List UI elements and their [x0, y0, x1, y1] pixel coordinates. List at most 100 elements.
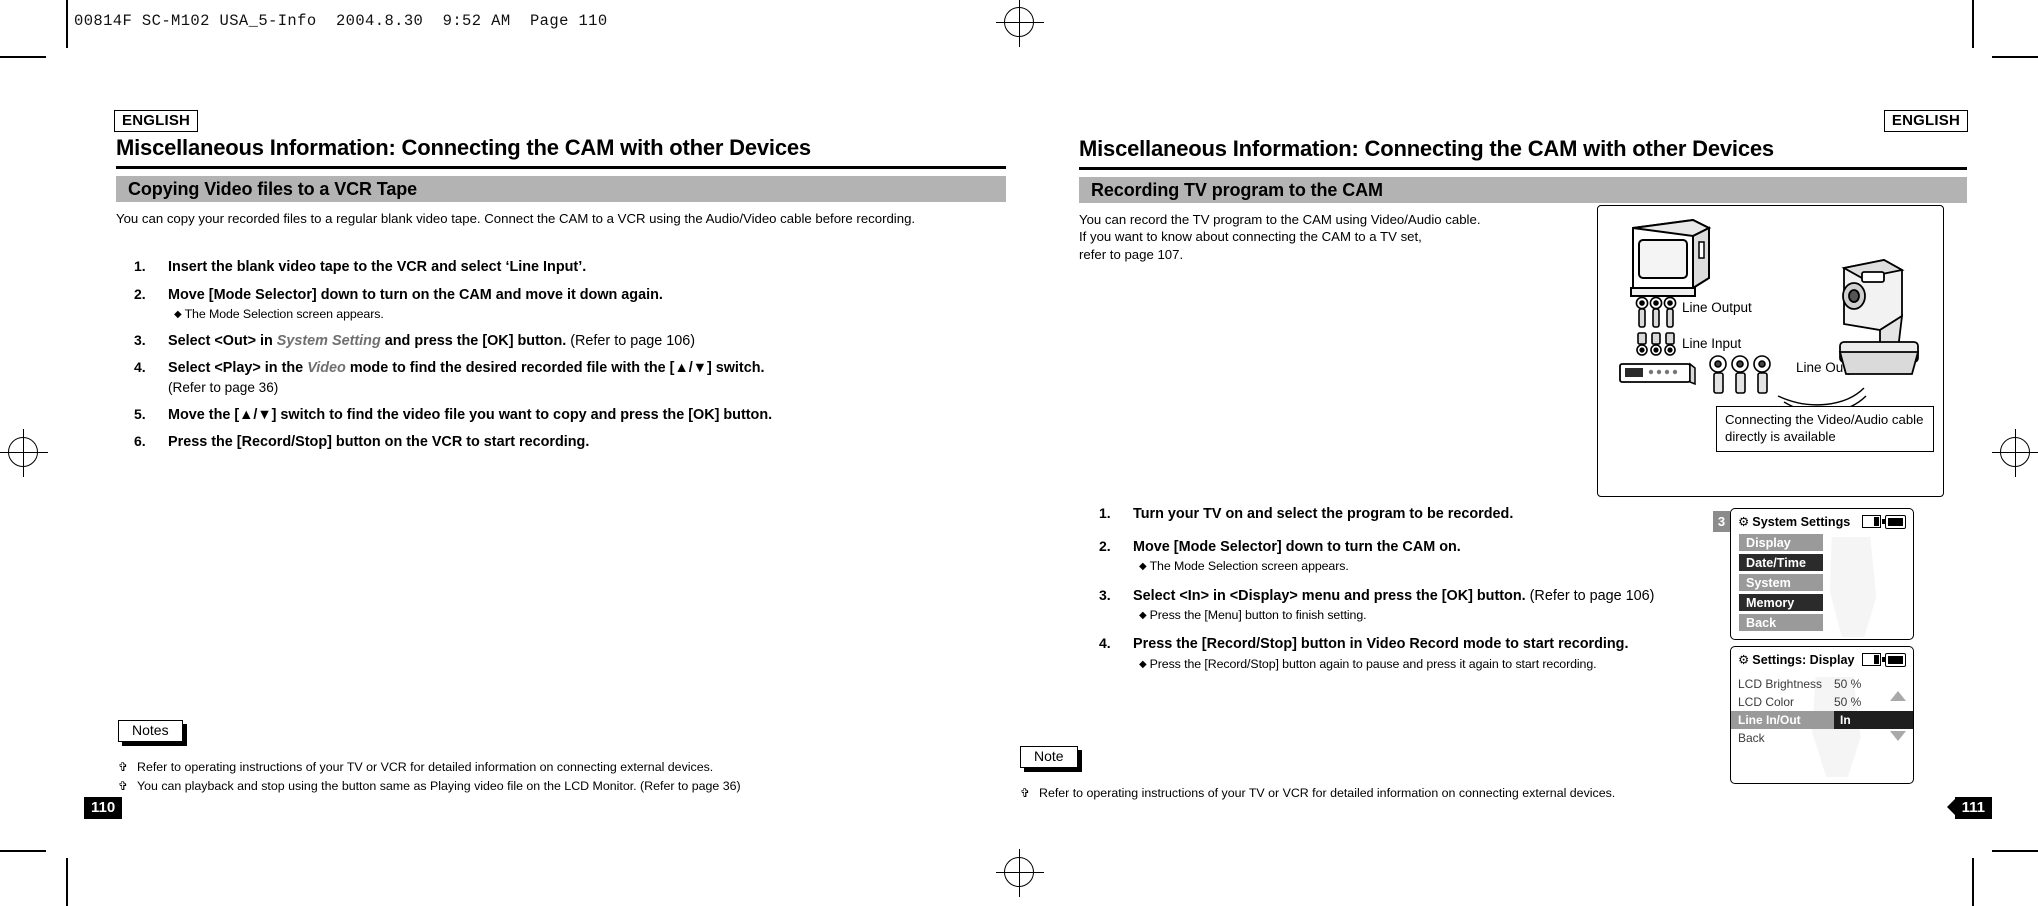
lcd-system-settings: ⚙ System Settings Display Date/Time Syste… — [1730, 508, 1914, 640]
lcd-title: ⚙ System Settings — [1738, 514, 1850, 529]
diamond-bullet-icon: ◆ — [1139, 659, 1147, 671]
lcd-indicators — [1862, 514, 1906, 529]
lcd-header: ⚙ Settings: Display — [1731, 647, 1913, 669]
lcd-setting-row-back[interactable]: Back — [1731, 729, 1913, 747]
step-text-pre: Select <Out> in — [168, 332, 277, 349]
step-text-continuation: (Refer to page 36) — [168, 380, 279, 395]
step-text: Press the [Record/Stop] button on the VC… — [168, 433, 589, 452]
step-text-ref: (Refer to page 106) — [566, 332, 696, 349]
line-output-jacks-tv-icon — [1635, 296, 1677, 328]
folio-right-marker — [1947, 797, 1957, 817]
lcd-menu-item-label: Back — [1746, 615, 1777, 630]
section-title-left: Copying Video files to a VCR Tape — [128, 178, 418, 199]
step-number: 6. — [134, 433, 146, 450]
vcr-illustration — [1619, 362, 1696, 386]
figure-label-line-output-top: Line Output — [1682, 300, 1752, 315]
step-number: 4. — [1099, 635, 1111, 652]
step-subnote-text: Press the [Record/Stop] button again to … — [1149, 657, 1597, 672]
page-right: ENGLISH Miscellaneous Information: Conne… — [1019, 0, 2038, 906]
note-bullet-icon: ✞ — [118, 778, 129, 793]
lcd-step-badge: 3 — [1713, 511, 1730, 532]
step-item: 1. Turn your TV on and select the progra… — [1099, 505, 1729, 524]
step-text-main: Turn your TV on and select the program t… — [1133, 506, 1514, 522]
lcd-menu-item-system[interactable]: System — [1739, 574, 1823, 591]
lcd-menu-list: Display Date/Time System Memory Back — [1731, 531, 1913, 631]
step-number: 2. — [134, 285, 146, 302]
memory-card-icon — [1862, 515, 1881, 528]
step-text: Select <Out> in System Setting and press… — [168, 332, 695, 351]
intro-paragraph-left: You can copy your recorded files to a re… — [116, 211, 916, 226]
line-input-jacks-icon — [1636, 332, 1676, 356]
lcd-menu-item-back[interactable]: Back — [1739, 614, 1823, 631]
step-text-italic: Video — [307, 360, 346, 377]
lcd-menu-item-label: Date/Time — [1746, 555, 1806, 570]
language-badge-left: ENGLISH — [114, 110, 199, 133]
lcd-setting-row-color[interactable]: LCD Color 50 % — [1731, 693, 1913, 711]
diamond-bullet-icon: ◆ — [1139, 561, 1147, 573]
step-number: 3. — [134, 331, 146, 348]
step-number: 3. — [1099, 586, 1111, 603]
notes-tag-left: Notes — [118, 720, 183, 743]
scroll-up-arrow-icon[interactable] — [1890, 691, 1906, 701]
step-item: 6. Press the [Record/Stop] button on the… — [134, 433, 994, 452]
step-subnote: ◆ The Mode Selection screen appears. — [168, 306, 663, 322]
lcd-setting-row-brightness[interactable]: LCD Brightness 50 % — [1731, 675, 1913, 693]
step-subnote-text: The Mode Selection screen appears. — [184, 307, 384, 322]
section-bar-right: Recording TV program to the CAM — [1079, 177, 1967, 203]
step-text-post: and press the [OK] button. — [380, 332, 567, 349]
folio-left-marker — [84, 797, 94, 817]
step-text: Select <Play> in the Video mode to find … — [168, 359, 765, 396]
section-bar-left: Copying Video files to a VCR Tape — [116, 176, 1006, 202]
lcd-menu-item-datetime[interactable]: Date/Time — [1739, 554, 1823, 571]
lcd-menu-item-display[interactable]: Display — [1739, 534, 1823, 551]
step-item: 3. Select <In> in <Display> menu and pre… — [1099, 587, 1729, 624]
intro-line: If you want to know about connecting the… — [1079, 229, 1422, 245]
lcd-setting-label: Back — [1738, 731, 1765, 745]
title-rule-left — [116, 166, 1006, 169]
step-subnote: ◆ The Mode Selection screen appears. — [1133, 558, 1461, 574]
folio-right: 111 — [1954, 797, 1992, 819]
note-text: You can playback and stop using the butt… — [137, 778, 741, 793]
lcd-setting-label: Line In/Out — [1731, 711, 1834, 729]
intro-paragraph-right: You can record the TV program to the CAM… — [1079, 211, 1599, 263]
lcd-setting-row-line-in-out[interactable]: Line In/Out In — [1731, 711, 1913, 729]
step-item: 3. Select <Out> in System Setting and pr… — [134, 332, 994, 351]
step-item: 5. Move the [▲/▼] switch to find the vid… — [134, 406, 994, 425]
step-item: 2. Move [Mode Selector] down to turn the… — [1099, 538, 1729, 575]
camcorder-illustration — [1838, 259, 1920, 375]
lcd-menu-item-label: Display — [1746, 535, 1791, 550]
diamond-bullet-icon: ◆ — [1139, 610, 1147, 622]
step-subnote-text: Press the [Menu] button to finish settin… — [1149, 608, 1367, 623]
step-number: 2. — [1099, 537, 1111, 554]
step-text: Press the [Record/Stop] button in Video … — [1133, 635, 1628, 672]
step-item: 4. Press the [Record/Stop] button in Vid… — [1099, 635, 1729, 672]
battery-icon — [1882, 514, 1906, 529]
intro-line: refer to page 107. — [1079, 246, 1184, 262]
step-item: 4. Select <Play> in the Video mode to fi… — [134, 359, 994, 396]
lcd-title: ⚙ Settings: Display — [1738, 652, 1854, 667]
steps-list-left: 1. Insert the blank video tape to the VC… — [134, 258, 994, 461]
av-cable-connectors-icon — [1709, 355, 1771, 394]
step-text-pre: Select <Play> in the — [168, 360, 308, 377]
step-item: 1. Insert the blank video tape to the VC… — [134, 258, 994, 277]
note-item: ✞ Refer to operating instructions of you… — [1020, 784, 1870, 803]
language-badge-right: ENGLISH — [1883, 110, 1968, 133]
settings-wrench-icon: ⚙ — [1738, 514, 1750, 529]
step-number: 1. — [134, 258, 146, 274]
lcd-settings-display: ⚙ Settings: Display LCD Brightness 50 % L… — [1730, 646, 1914, 784]
memory-card-icon — [1862, 653, 1881, 666]
note-item: ✞ Refer to operating instructions of you… — [118, 758, 968, 777]
step-text-main: Select <In> in <Display> menu and press … — [1133, 587, 1526, 604]
scroll-down-arrow-icon[interactable] — [1890, 731, 1906, 741]
note-bullet-icon: ✞ — [1020, 786, 1031, 800]
lcd-menu-item-label: System — [1746, 575, 1791, 590]
settings-wrench-icon: ⚙ — [1738, 652, 1750, 667]
lcd-menu-item-memory[interactable]: Memory — [1739, 594, 1823, 611]
note-tag-right: Note — [1020, 746, 1078, 769]
lcd-setting-value: 50 % — [1834, 677, 1862, 691]
lcd-settings-list: LCD Brightness 50 % LCD Color 50 % Line … — [1731, 669, 1913, 747]
lcd-menu-item-label: Memory — [1746, 595, 1795, 610]
step-text-main: Press the [Record/Stop] button in Video … — [1133, 636, 1629, 653]
lcd-indicators — [1862, 652, 1906, 667]
step-text-main: Move the [▲/▼] switch to find the video … — [168, 406, 773, 423]
